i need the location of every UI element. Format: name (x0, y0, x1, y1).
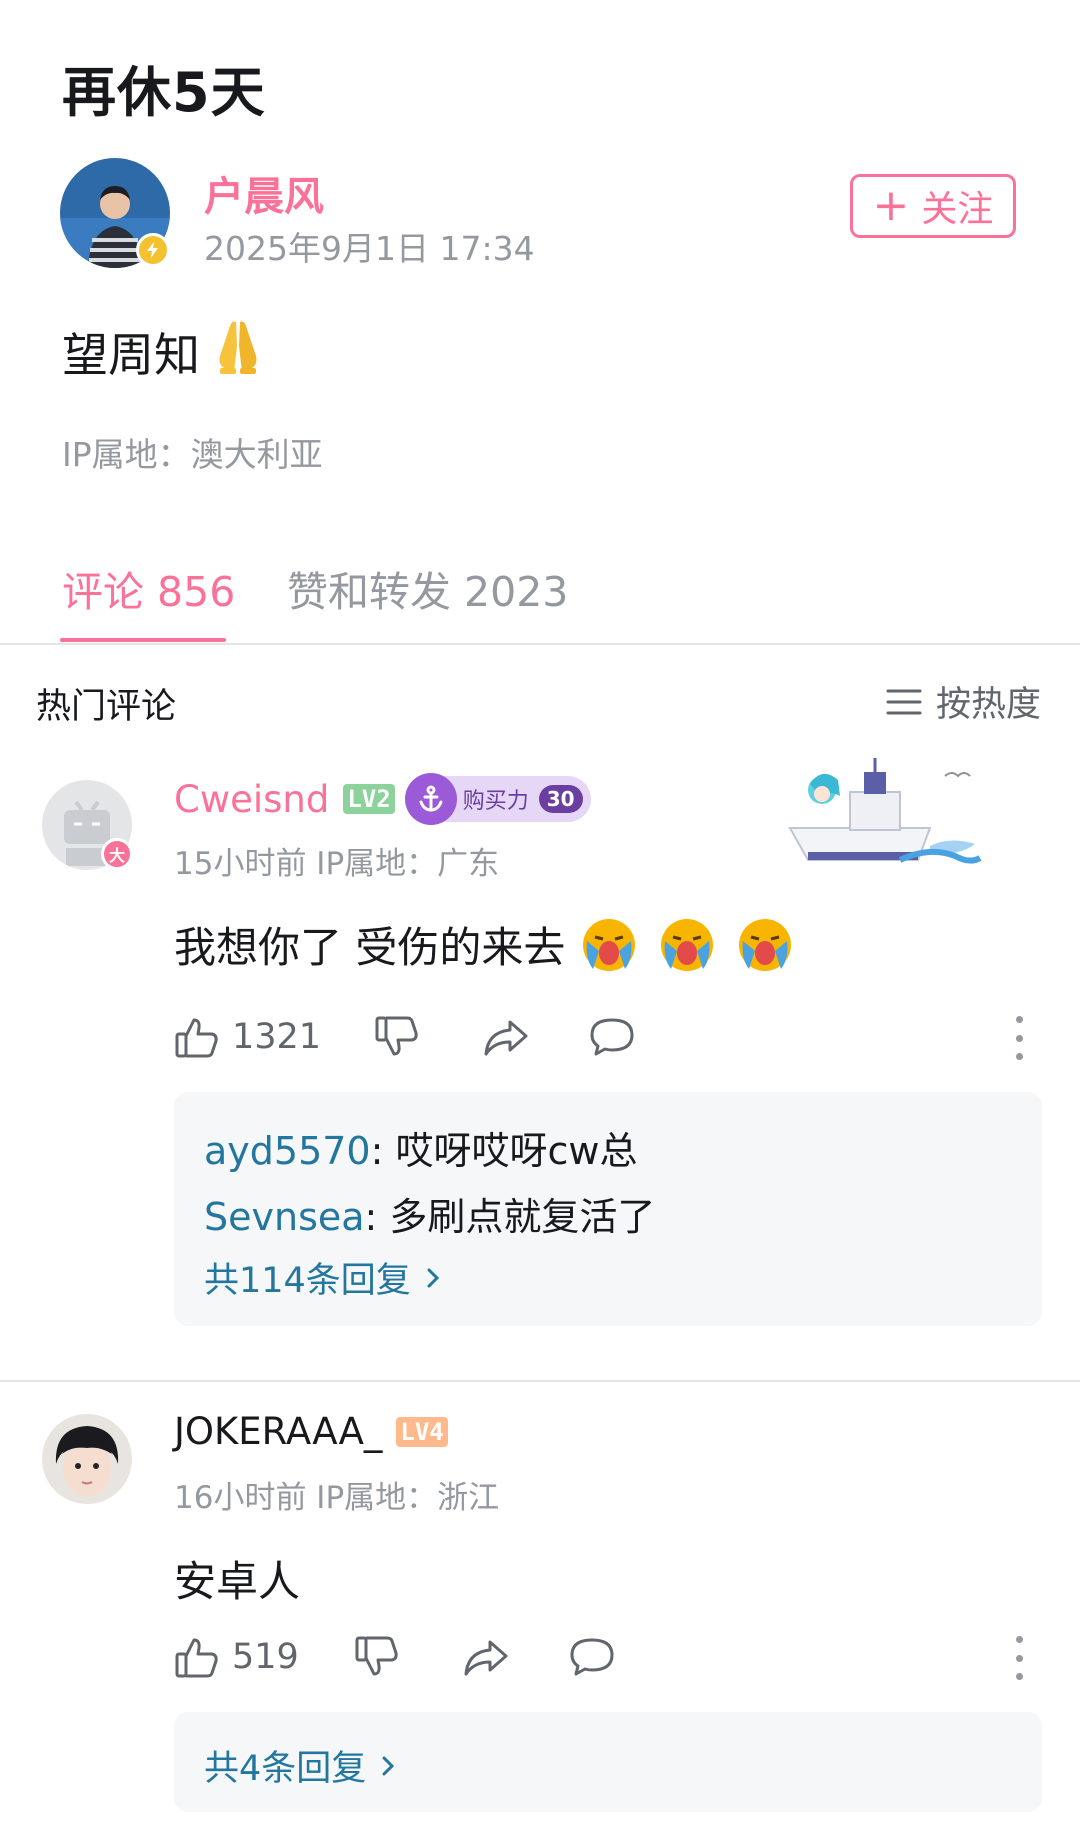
share-button[interactable] (462, 1634, 510, 1680)
follow-button-label: 关注 (921, 189, 994, 230)
praying-hands-emoji (210, 316, 266, 387)
reply-preview-box: 共4条回复 (174, 1712, 1042, 1812)
view-replies-label: 共114条回复 (204, 1261, 411, 1301)
chevron-right-icon (427, 1268, 439, 1287)
more-dots-icon[interactable] (1009, 1636, 1029, 1680)
sort-label: 按热度 (936, 685, 1042, 725)
view-replies-link[interactable]: 共4条回复 (204, 1740, 398, 1791)
comment-meta: 15小时前 IP属地：广东 (174, 846, 500, 882)
level-badge: LV2 (343, 784, 395, 814)
view-replies-label: 共4条回复 (204, 1749, 367, 1789)
reply-bubble-icon (570, 1638, 614, 1676)
dislike-button[interactable] (374, 1014, 420, 1060)
thumb-down-icon (375, 1016, 418, 1056)
reply-text: : 多刷点就复活了 (364, 1195, 656, 1239)
follow-button[interactable]: + 关注 (850, 174, 1016, 238)
post-body-text: 望周知 (62, 327, 200, 382)
comment-header: JOKERAAA_ LV4 (174, 1410, 448, 1453)
reply-username[interactable]: ayd5570 (204, 1129, 371, 1173)
comment-text: 我想你了 受伤的来去 (174, 923, 566, 972)
reply-line: Sevnsea: 多刷点就复活了 (204, 1186, 655, 1241)
avatar-badge: 大 (101, 838, 133, 870)
comment-divider (0, 1380, 1080, 1382)
post-title: 再休5天 (62, 61, 266, 124)
tab-likes-reposts[interactable]: 赞和转发 2023 (287, 558, 568, 618)
dislike-button[interactable] (354, 1634, 400, 1680)
share-icon (484, 1020, 528, 1056)
like-button[interactable]: 1321 (174, 1014, 321, 1060)
reply-preview-box: ayd5570: 哎呀哎呀cw总 Sevnsea: 多刷点就复活了 共114条回… (174, 1092, 1042, 1326)
post-body: 望周知 (62, 316, 266, 387)
sort-button[interactable]: 按热度 (886, 676, 1041, 727)
thumb-up-icon (175, 1638, 218, 1678)
share-button[interactable] (482, 1014, 530, 1060)
comment-content: 安卓人 (174, 1548, 300, 1609)
reply-button[interactable] (588, 1014, 636, 1060)
active-tab-indicator (60, 638, 226, 642)
post-timestamp: 2025年9月1日 17:34 (204, 229, 535, 268)
post-ip-location: IP属地：澳大利亚 (62, 435, 323, 474)
like-count: 519 (232, 1637, 299, 1677)
badge-number: 30 (538, 785, 583, 813)
level-badge: LV4 (396, 1416, 448, 1447)
reply-username[interactable]: Sevnsea (204, 1195, 365, 1239)
share-icon (464, 1640, 508, 1676)
badge-label: 购买力 (462, 789, 529, 814)
anchor-icon (404, 773, 457, 825)
comment-username[interactable]: Cweisnd (174, 778, 329, 821)
thumb-up-icon (175, 1018, 218, 1058)
crying-emoji (579, 915, 639, 975)
crying-emoji (735, 915, 795, 975)
view-replies-link[interactable]: 共114条回复 (204, 1252, 443, 1303)
reply-line: ayd5570: 哎呀哎呀cw总 (204, 1120, 637, 1175)
menu-lines-icon (886, 689, 922, 714)
author-name[interactable]: 户晨风 (204, 164, 324, 222)
like-count: 1321 (232, 1017, 322, 1057)
comment-text: 安卓人 (174, 1557, 301, 1606)
crying-emoji (657, 915, 717, 975)
more-dots-icon[interactable] (1009, 1016, 1029, 1060)
comment-username[interactable]: JOKERAAA_ (174, 1410, 382, 1453)
comment-content: 我想你了 受伤的来去 (174, 914, 795, 975)
comment-meta: 16小时前 IP属地：浙江 (174, 1480, 500, 1516)
plus-icon: + (872, 180, 910, 231)
purchase-power-badge: 购买力 30 (404, 773, 591, 825)
divider (0, 643, 1080, 645)
verify-bolt-icon (136, 233, 170, 267)
hot-comments-title: 热门评论 (36, 687, 177, 727)
reply-bubble-icon (590, 1018, 634, 1056)
reply-text: : 哎呀哎呀cw总 (370, 1129, 638, 1173)
reply-button[interactable] (568, 1634, 616, 1680)
tab-comments[interactable]: 评论 856 (62, 558, 235, 618)
comment-header: Cweisnd LV2 购买力 30 (174, 773, 591, 825)
thumb-down-icon (355, 1636, 398, 1676)
comment-avatar[interactable] (42, 1414, 132, 1504)
like-button[interactable]: 519 (174, 1634, 299, 1680)
chevron-right-icon (382, 1756, 395, 1775)
decoration-ship-image (780, 756, 990, 880)
